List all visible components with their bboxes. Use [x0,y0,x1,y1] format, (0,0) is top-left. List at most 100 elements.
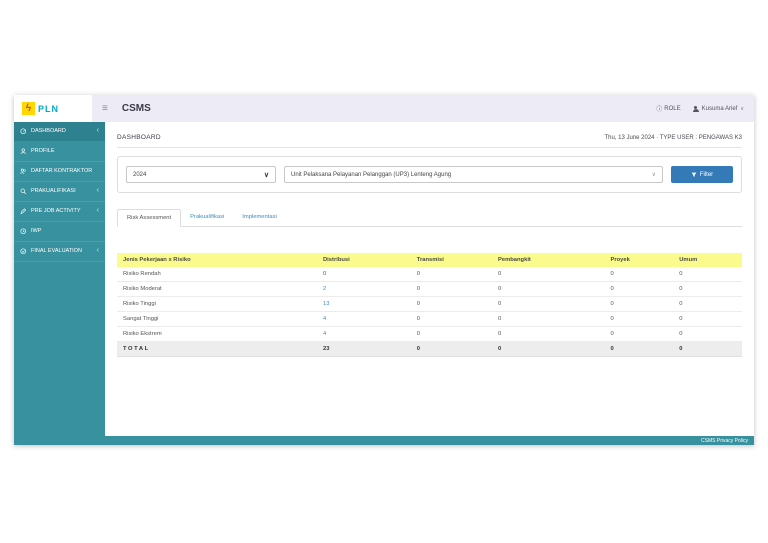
cell-distribusi-link[interactable]: 4 [317,311,411,327]
header-right: ⓘ ROLE Kusuma Arief ∨ [656,104,744,113]
sidebar-item-daftar-kontraktor[interactable]: DAFTAR KONTRAKTOR [14,162,105,182]
user-menu[interactable]: Kusuma Arief ∨ [692,105,744,112]
sidebar-item-profile[interactable]: PROFILE [14,142,105,162]
cell-proyek: 0 [604,326,674,342]
pencil-icon [20,208,27,215]
table-row: Risiko Tinggi 13 0 0 0 0 [117,296,742,312]
chevron-left-icon: ‹ [96,187,99,195]
sidebar-item-iwp[interactable]: IWP [14,222,105,242]
total-transmisi: 0 [410,341,492,357]
dashboard-icon [20,128,27,135]
cell-pembangkit: 0 [492,311,605,327]
unit-select-value: Unit Pelaksana Pelayanan Pelanggan (UP3)… [291,171,452,178]
row-label: Risiko Moderat [117,281,317,297]
cell-distribusi: 0 [317,267,411,282]
search-icon [20,188,27,195]
tab-implementasi[interactable]: Implementasi [233,209,285,226]
sidebar-item-label: IWP [31,228,42,235]
check-circle-icon [20,248,27,255]
cell-proyek: 0 [604,281,674,297]
filter-button[interactable]: Filter [671,166,733,183]
role-button[interactable]: ⓘ ROLE [656,104,681,114]
cell-transmisi: 0 [410,311,492,327]
year-select-value: 2024 [133,171,147,178]
total-distribusi: 23 [317,341,411,357]
sidebar-item-label: PRAKUALIFIKASI [31,188,76,195]
chevron-left-icon: ‹ [96,247,99,255]
role-badge-icon: ⓘ [656,107,663,113]
sidebar-item-dashboard[interactable]: DASHBOARD ‹ [14,122,105,142]
cell-umum: 0 [673,311,742,327]
column-header: Distribusi [317,253,411,267]
sidebar-item-label: DASHBOARD [31,128,66,135]
cell-proyek: 0 [604,296,674,312]
row-label: Risiko Tinggi [117,296,317,312]
row-label: Sangat Tinggi [117,311,317,327]
sidebar-item-prakualifikasi[interactable]: PRAKUALIFIKASI ‹ [14,182,105,202]
column-header: Umum [673,253,742,267]
filter-button-label: Filter [699,171,714,178]
cell-distribusi-link[interactable]: 4 [317,326,411,342]
hamburger-icon[interactable]: ≡ [102,103,108,114]
cell-pembangkit: 0 [492,326,605,342]
tab-bar: Risk Assessment Prakualifikasi Implement… [117,209,742,227]
app-body: DASHBOARD ‹ PROFILE DAFTAR KONTRAKTOR PR… [14,122,754,436]
cell-transmisi: 0 [410,281,492,297]
sidebar-item-label: FINAL EVALUATION [31,248,82,255]
cell-proyek: 0 [604,267,674,282]
risk-table: Jenis Pekerjaan x Risiko Distribusi Tran… [117,253,742,357]
cell-distribusi-link[interactable]: 13 [317,296,411,312]
main-content: DASHBOARD Thu, 13 June 2024 · TYPE USER … [105,122,754,436]
privacy-policy-link[interactable]: CSMS Privacy Policy [701,438,748,444]
sidebar: DASHBOARD ‹ PROFILE DAFTAR KONTRAKTOR PR… [14,122,105,436]
page-header: DASHBOARD Thu, 13 June 2024 · TYPE USER … [117,134,742,148]
sidebar-item-label: PRE JOB ACTIVITY [31,208,81,215]
clock-icon [20,228,27,235]
chevron-down-icon: ∨ [740,105,744,112]
year-select[interactable]: 2024 ∨ [126,166,276,183]
risk-table-section: Jenis Pekerjaan x Risiko Distribusi Tran… [117,253,742,357]
sidebar-item-label: PROFILE [31,148,55,155]
table-row: Risiko Ekstrem 4 0 0 0 0 [117,326,742,342]
app-window: ϟ PLN ≡ CSMS ⓘ ROLE Kusuma Arief ∨ DASHB… [14,95,754,445]
column-header: Transmisi [410,253,492,267]
cell-pembangkit: 0 [492,281,605,297]
chevron-down-icon: ∨ [651,172,656,178]
cell-umum: 0 [673,267,742,282]
cell-umum: 0 [673,281,742,297]
row-label: Risiko Ekstrem [117,326,317,342]
tab-risk-assessment[interactable]: Risk Assessment [117,209,182,227]
role-label: ROLE [664,105,681,112]
filter-card: 2024 ∨ Unit Pelaksana Pelayanan Pelangga… [117,156,742,193]
app-footer: CSMS Privacy Policy [14,436,754,445]
sidebar-item-final-evaluation[interactable]: FINAL EVALUATION ‹ [14,242,105,262]
table-header-row: Jenis Pekerjaan x Risiko Distribusi Tran… [117,253,742,267]
profile-icon [20,148,27,155]
chevron-left-icon: ‹ [96,127,99,135]
table-row: Sangat Tinggi 4 0 0 0 0 [117,311,742,327]
total-pembangkit: 0 [492,341,605,357]
table-total-row: TOTAL 23 0 0 0 0 [117,341,742,357]
cell-pembangkit: 0 [492,296,605,312]
cell-transmisi: 0 [410,296,492,312]
brand-area[interactable]: ϟ PLN [14,95,92,122]
page-title: DASHBOARD [117,134,161,141]
total-proyek: 0 [604,341,674,357]
topbar: ≡ CSMS ⓘ ROLE Kusuma Arief ∨ [92,95,754,122]
unit-select[interactable]: Unit Pelaksana Pelayanan Pelanggan (UP3)… [284,166,663,183]
column-header: Pembangkit [492,253,605,267]
tab-prakualifikasi[interactable]: Prakualifikasi [181,209,233,226]
cell-transmisi: 0 [410,326,492,342]
cell-umum: 0 [673,326,742,342]
chevron-left-icon: ‹ [96,207,99,215]
contractors-icon [20,168,27,175]
cell-distribusi-link[interactable]: 2 [317,281,411,297]
row-label: Risiko Rendah [117,267,317,282]
total-label: TOTAL [117,341,317,357]
user-icon [692,105,699,112]
sidebar-item-pre-job-activity[interactable]: PRE JOB ACTIVITY ‹ [14,202,105,222]
total-umum: 0 [673,341,742,357]
cell-pembangkit: 0 [492,267,605,282]
cell-proyek: 0 [604,311,674,327]
sidebar-item-label: DAFTAR KONTRAKTOR [31,168,93,175]
